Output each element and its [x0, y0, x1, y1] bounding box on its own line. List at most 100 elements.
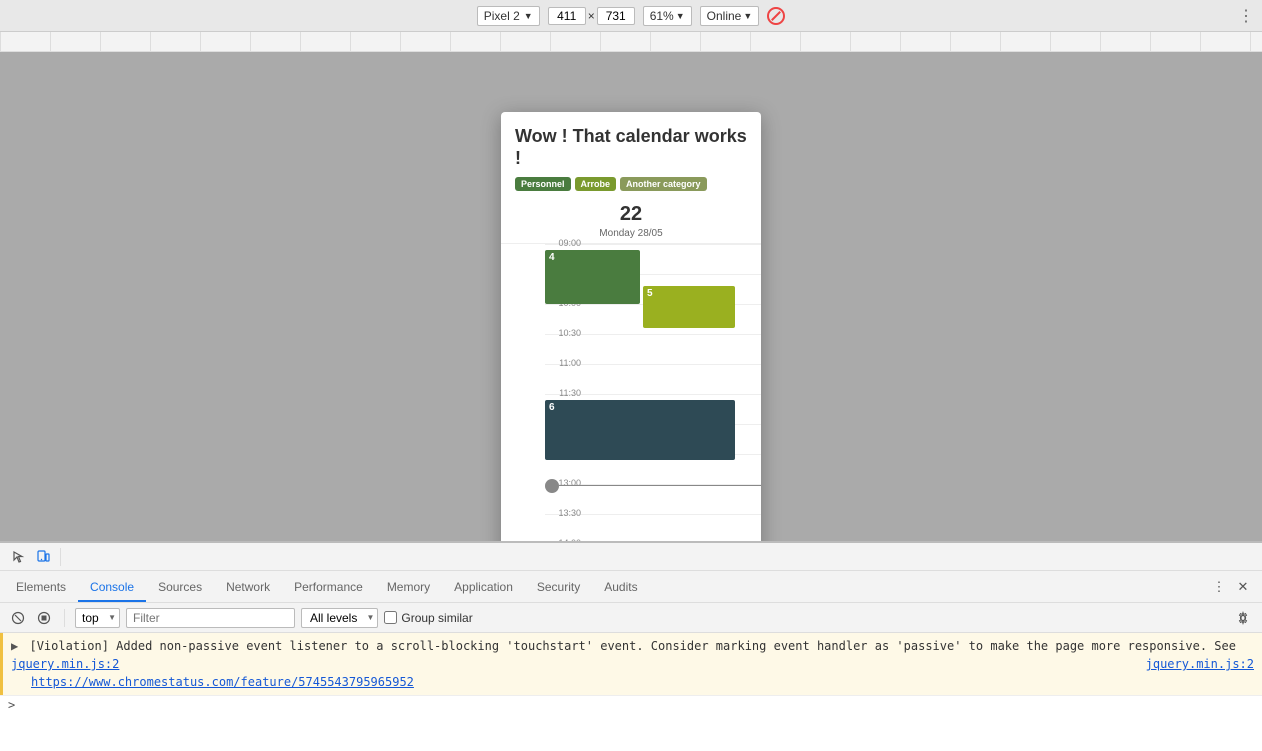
- time-label-1100: 11:00: [545, 358, 585, 368]
- console-prompt-row: >: [0, 695, 1262, 714]
- console-filter-input[interactable]: [126, 608, 295, 628]
- time-label-1030: 10:30: [545, 328, 585, 338]
- network-dropdown-icon: ▼: [743, 11, 752, 21]
- toolbar-separator-1: [60, 548, 61, 566]
- tab-network-label: Network: [226, 580, 270, 594]
- console-context-select[interactable]: top: [75, 608, 120, 628]
- time-label-1300: 13:00: [545, 478, 585, 488]
- clear-console-button[interactable]: [8, 608, 28, 628]
- event-5-id: 5: [647, 288, 653, 299]
- devtools-end-buttons: ⋮ ✕: [1208, 576, 1262, 602]
- close-icon: ✕: [1238, 579, 1249, 595]
- tab-network[interactable]: Network: [214, 574, 282, 602]
- zoom-value: 61%: [650, 9, 674, 23]
- console-violation-message[interactable]: ▶ [Violation] Added non-passive event li…: [0, 633, 1262, 695]
- devtools-tabs-bar: Elements Console Sources Network Perform…: [0, 571, 1262, 603]
- tab-memory-label: Memory: [387, 580, 430, 594]
- preserve-log-button[interactable]: [34, 608, 54, 628]
- devtools-panel: Elements Console Sources Network Perform…: [0, 541, 1262, 751]
- gear-icon: [1236, 611, 1250, 625]
- event-4-id: 4: [549, 252, 555, 263]
- calendar-event-5[interactable]: 5: [643, 286, 735, 328]
- app-title: Wow ! That calendar works !: [515, 126, 747, 169]
- calendar-day-number: 22: [501, 203, 761, 226]
- stop-icon: [37, 611, 51, 625]
- tab-sources[interactable]: Sources: [146, 574, 214, 602]
- clear-icon: [11, 611, 25, 625]
- console-levels-wrapper: All levels: [301, 608, 378, 628]
- time-label-1130: 11:30: [545, 388, 585, 398]
- expand-icon[interactable]: ▶: [11, 637, 18, 655]
- violation-link[interactable]: jquery.min.js:2: [11, 657, 119, 671]
- tab-audits-label: Audits: [604, 580, 637, 594]
- tag-personnel: Personnel: [515, 177, 571, 191]
- console-settings-button[interactable]: [1232, 607, 1254, 629]
- group-similar-label[interactable]: Group similar: [384, 611, 472, 625]
- tab-application-label: Application: [454, 580, 513, 594]
- tab-application[interactable]: Application: [442, 574, 525, 602]
- zoom-dropdown-icon: ▼: [676, 11, 685, 21]
- tab-console[interactable]: Console: [78, 574, 146, 602]
- tab-security[interactable]: Security: [525, 574, 592, 602]
- device-name: Pixel 2: [484, 9, 520, 23]
- tab-memory[interactable]: Memory: [375, 574, 442, 602]
- calendar-area: 22 Monday 28/05 09:00 09:30 10:00: [501, 199, 761, 582]
- tab-performance-label: Performance: [294, 580, 363, 594]
- tab-security-label: Security: [537, 580, 580, 594]
- calendar-grid: 09:00 09:30 10:00 10:30: [501, 244, 761, 574]
- console-input[interactable]: [19, 698, 1254, 712]
- calendar-event-6[interactable]: 6: [545, 400, 735, 460]
- prompt-icon: >: [8, 698, 15, 712]
- violation-file-link[interactable]: jquery.min.js:2: [1146, 655, 1254, 673]
- more-tabs-icon: ⋮: [1213, 579, 1226, 595]
- time-label-1330: 13:30: [545, 508, 585, 518]
- tag-another-category: Another category: [620, 177, 707, 191]
- app-frame: Wow ! That calendar works ! Personnel Ar…: [501, 112, 761, 582]
- tab-elements-label: Elements: [16, 580, 66, 594]
- group-similar-checkbox[interactable]: [384, 611, 397, 624]
- viewport-dimensions: ×: [548, 7, 635, 25]
- device-toolbar: Pixel 2 ▼ × 61% ▼ Online ▼ ⋮: [0, 0, 1262, 32]
- group-similar-text: Group similar: [401, 611, 472, 625]
- no-throttle-icon[interactable]: [767, 7, 785, 25]
- console-separator-1: [64, 609, 65, 627]
- event-6-id: 6: [549, 402, 555, 413]
- dimension-separator: ×: [588, 9, 595, 23]
- zoom-selector[interactable]: 61% ▼: [643, 6, 692, 26]
- violation-url-link[interactable]: https://www.chromestatus.com/feature/574…: [31, 675, 414, 689]
- viewport-height-input[interactable]: [597, 7, 635, 25]
- ruler-bar: [0, 32, 1262, 52]
- time-label-0900: 09:00: [545, 238, 585, 248]
- tab-sources-label: Sources: [158, 580, 202, 594]
- console-toolbar: top All levels Group similar: [0, 603, 1262, 633]
- more-options-button[interactable]: ⋮: [1238, 6, 1254, 26]
- viewport-width-input[interactable]: [548, 7, 586, 25]
- device-selector[interactable]: Pixel 2 ▼: [477, 6, 540, 26]
- tab-elements[interactable]: Elements: [4, 574, 78, 602]
- main-viewport: Wow ! That calendar works ! Personnel Ar…: [0, 52, 1262, 560]
- device-dropdown-icon: ▼: [524, 11, 533, 21]
- console-output[interactable]: ▶ [Violation] Added non-passive event li…: [0, 633, 1262, 751]
- calendar-event-4[interactable]: 4: [545, 250, 640, 304]
- inspect-element-button[interactable]: [8, 546, 30, 568]
- close-devtools-button[interactable]: ✕: [1232, 576, 1254, 598]
- cursor-icon: [12, 550, 26, 564]
- calendar-day-label: Monday 28/05: [501, 228, 761, 239]
- network-selector[interactable]: Online ▼: [700, 6, 760, 26]
- console-context-wrapper: top: [75, 608, 120, 628]
- device-icon: [36, 550, 50, 564]
- tab-console-label: Console: [90, 580, 134, 594]
- more-tabs-button[interactable]: ⋮: [1208, 576, 1230, 598]
- tab-audits[interactable]: Audits: [592, 574, 649, 602]
- app-header: Wow ! That calendar works ! Personnel Ar…: [501, 112, 761, 199]
- calendar-day-header: 22 Monday 28/05: [501, 199, 761, 244]
- network-value: Online: [707, 9, 742, 23]
- violation-text: [Violation] Added non-passive event list…: [29, 639, 1236, 653]
- tag-arrobe: Arrobe: [575, 177, 617, 191]
- devtools-icons-bar: [0, 543, 1262, 571]
- console-levels-button[interactable]: All levels: [301, 608, 378, 628]
- console-levels-label: All levels: [310, 611, 357, 625]
- app-tags: Personnel Arrobe Another category: [515, 177, 747, 191]
- device-mode-button[interactable]: [32, 546, 54, 568]
- tab-performance[interactable]: Performance: [282, 574, 375, 602]
